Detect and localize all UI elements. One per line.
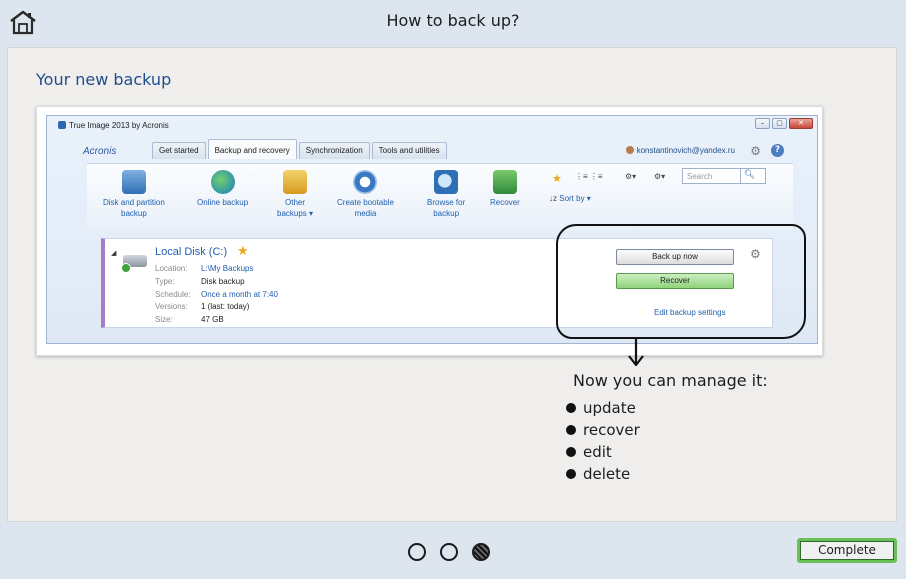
recover-tool: Recover <box>490 170 520 208</box>
highlight-callout <box>556 224 806 339</box>
minimize-icon: – <box>755 118 770 129</box>
search-icon: 🔍︎ <box>740 168 758 184</box>
filter-icon-2: ⚙▾ <box>654 172 666 181</box>
browse-backup-tool: Browse for backup <box>427 170 465 219</box>
prop-versions: Versions: 1 (last: today) <box>155 302 250 312</box>
close-icon: ✕ <box>789 118 813 129</box>
page-indicator <box>408 543 490 561</box>
backup-name: Local Disk (C:) <box>155 246 228 258</box>
prop-location: Location: L:\My Backups <box>155 264 254 273</box>
prop-schedule: Schedule: Once a month at 7:40 <box>155 289 278 299</box>
bootable-media-tool: Create bootable media <box>337 170 394 219</box>
bullet-icon <box>566 425 576 435</box>
maximize-icon: ▢ <box>772 118 787 129</box>
recover-icon <box>492 170 517 194</box>
view-icons: ⋮≡ ⋮≡ <box>575 172 603 181</box>
collapse-icon: ◢ <box>111 249 117 257</box>
complete-button[interactable]: Complete <box>797 538 897 563</box>
manage-title: Now you can manage it: <box>573 371 768 390</box>
star-icon: ★ <box>237 244 249 259</box>
backup-properties: Location: L:\My Backups Type: Disk backup … <box>155 263 278 327</box>
star-icon: ★ <box>552 173 562 185</box>
disk-backup-icon <box>121 170 146 194</box>
page-title: How to back up? <box>386 11 520 30</box>
arrow-down-icon <box>628 338 644 367</box>
bullet-icon <box>566 447 576 457</box>
tab-tools-and-utilities: Tools and utilities <box>371 142 447 159</box>
list-item: update <box>566 397 640 419</box>
prop-size: Size: 47 GB <box>155 315 224 325</box>
page-dot-1[interactable] <box>408 543 426 561</box>
folder-icon <box>283 170 308 194</box>
window-controls: – ▢ ✕ <box>755 118 813 129</box>
sort-control: ↓z Sort by ▾ <box>549 194 591 203</box>
user-account: konstantinovich@yandex.ru <box>625 146 735 155</box>
app-icon <box>58 121 66 129</box>
app-tabs: Get started Backup and recovery Synchron… <box>152 139 447 159</box>
page-dot-2[interactable] <box>440 543 458 561</box>
tab-get-started: Get started <box>152 142 206 159</box>
magnifier-icon <box>434 170 459 194</box>
list-item: edit <box>566 441 640 463</box>
status-ok-icon <box>121 263 131 273</box>
tab-synchronization: Synchronization <box>298 142 370 159</box>
disk-backup-tool: Disk and partition backup <box>103 170 165 219</box>
other-backups-tool: Other backups ▾ <box>277 170 313 219</box>
page-dot-3[interactable] <box>472 543 490 561</box>
window-title: True Image 2013 by Acronis <box>58 121 169 130</box>
gear-icon: ⚙ <box>750 144 761 158</box>
prop-type: Type: Disk backup <box>155 276 245 286</box>
bullet-icon <box>566 469 576 479</box>
sort-icon: ↓z <box>549 194 560 203</box>
online-backup-tool: Online backup <box>197 170 248 208</box>
content-panel: Your new backup True Image 2013 by Acron… <box>7 47 897 522</box>
app-toolbar: Disk and partition backup Online backup O… <box>87 163 793 231</box>
lifebuoy-icon <box>353 170 378 194</box>
globe-icon <box>210 170 235 194</box>
panel-heading: Your new backup <box>36 70 172 89</box>
help-icon: ? <box>771 144 784 157</box>
list-item: delete <box>566 463 640 485</box>
bullet-icon <box>566 403 576 413</box>
acronis-logo: Acronis <box>83 146 117 157</box>
tab-backup-and-recovery: Backup and recovery <box>207 139 297 159</box>
filter-icon-1: ⚙▾ <box>625 172 637 181</box>
list-item: recover <box>566 419 640 441</box>
favorite-filter: ★ <box>552 172 562 185</box>
user-icon <box>625 146 634 154</box>
manage-list: update recover edit delete <box>566 397 640 485</box>
